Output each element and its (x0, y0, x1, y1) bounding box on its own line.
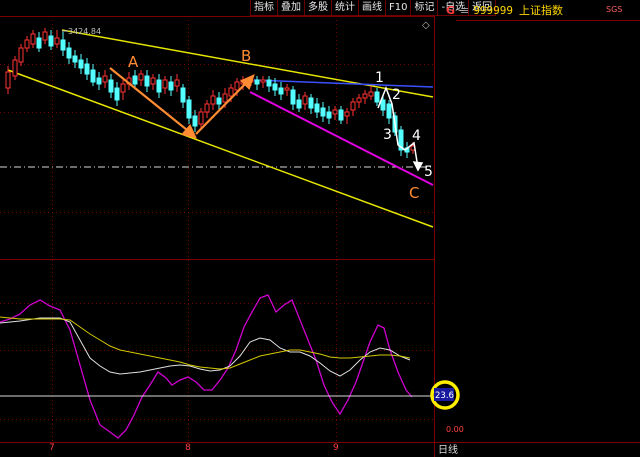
candle-body (138, 73, 144, 81)
magenta-channel-line (249, 91, 434, 186)
candle-body (254, 79, 260, 85)
x-axis-label-9: 9 (333, 443, 339, 453)
period-selector[interactable]: 日线 (438, 441, 458, 456)
candle-body (54, 37, 60, 45)
candle-body (156, 79, 162, 93)
indicator-line-magenta (0, 294, 413, 439)
group-label: G (446, 3, 456, 17)
high-price-label: 3424.84 (68, 27, 101, 36)
toolbar-button-draw-line[interactable]: 画线 (358, 0, 386, 16)
label-B: B (241, 47, 251, 65)
x-axis-label-7: 7 (49, 443, 55, 453)
candle-body (5, 71, 11, 89)
candle-body (228, 87, 234, 97)
candle-body (174, 79, 180, 87)
toolbar-button-indicator[interactable]: 指标 (250, 0, 278, 16)
candle-body (192, 115, 198, 127)
stock-code: 999999 (473, 3, 513, 17)
toolbar-button-mark[interactable]: 标记 (410, 0, 439, 16)
stock-tag: SGS (606, 5, 623, 14)
candle-body (314, 103, 320, 113)
candle-body (108, 79, 114, 93)
label-A: A (128, 53, 139, 71)
candle-body (102, 75, 108, 83)
menu-icon[interactable]: ≡ (460, 4, 469, 17)
candle-body (36, 37, 42, 49)
wave-label-1: 1 (375, 70, 384, 86)
candle-body (204, 103, 210, 113)
stock-name: 上证指数 (519, 4, 563, 17)
candle-body (222, 93, 228, 103)
candle-body (198, 111, 204, 125)
candle-body (210, 95, 216, 105)
candle-body (120, 83, 126, 93)
candle-body (72, 55, 78, 63)
candle-body (84, 63, 90, 75)
candle-body (144, 75, 150, 87)
candle-body (380, 99, 386, 111)
candle-body (266, 79, 272, 87)
candle-body (114, 87, 120, 101)
candle-body (290, 89, 296, 105)
indicator-value-text: 23.6 (435, 391, 454, 401)
toolbar-button-multi-stock[interactable]: 多股 (304, 0, 332, 16)
indicator-zero-label: 0.00 (446, 425, 464, 434)
diamond-marker[interactable]: ◇ (422, 20, 430, 31)
candle-body (180, 87, 186, 103)
candle-body (344, 111, 350, 117)
candle-body (356, 97, 362, 103)
indicator-line-yellow (0, 316, 411, 370)
candle-body (284, 87, 290, 91)
candle-body (24, 39, 30, 49)
candle-body (272, 83, 278, 91)
toolbar-button-statistics[interactable]: 统计 (331, 0, 359, 16)
x-axis-label-8: 8 (185, 443, 191, 453)
label-C: C (409, 184, 419, 202)
stock-header: G ≡ 999999 上证指数 (446, 2, 563, 18)
candle-body (30, 33, 36, 45)
candle-body (386, 103, 392, 119)
candle-body (12, 59, 18, 77)
candlesticks (5, 28, 416, 158)
candle-body (234, 81, 240, 91)
candle-body (320, 107, 326, 117)
candle-body (374, 91, 380, 103)
candle-body (338, 109, 344, 121)
candle-body (42, 31, 48, 41)
candle-body (18, 47, 24, 63)
candle-body (96, 77, 102, 85)
candle-body (60, 39, 66, 51)
candle-body (150, 77, 156, 85)
candle-body (350, 101, 356, 111)
candle-body (90, 69, 96, 83)
candle-body (186, 99, 192, 119)
candle-body (278, 87, 284, 95)
candle-body (296, 99, 302, 109)
candle-body (216, 97, 222, 105)
candle-body (326, 111, 332, 119)
toolbar-button-f10[interactable]: F10 (385, 0, 412, 16)
candle-body (332, 109, 338, 115)
toolbar-button-overlay[interactable]: 叠加 (277, 0, 305, 16)
wave-label-3: 3 (383, 127, 392, 143)
candle-body (168, 81, 174, 91)
candle-body (66, 47, 72, 59)
candle-body (362, 93, 368, 99)
candle-body (260, 79, 266, 83)
candle-body (368, 91, 374, 97)
wave-label-4: 4 (412, 128, 421, 144)
wave-label-5: 5 (424, 164, 433, 180)
candle-body (308, 97, 314, 109)
kline-chart[interactable]: A B C 1 2 3 4 5 3424.84 23.6 0.00 ◇ (0, 0, 640, 457)
candle-body (162, 79, 168, 89)
candle-body (302, 95, 308, 105)
wave-label-2: 2 (392, 87, 401, 103)
candle-body (48, 35, 54, 47)
candle-body (78, 59, 84, 69)
candle-body (132, 75, 138, 85)
